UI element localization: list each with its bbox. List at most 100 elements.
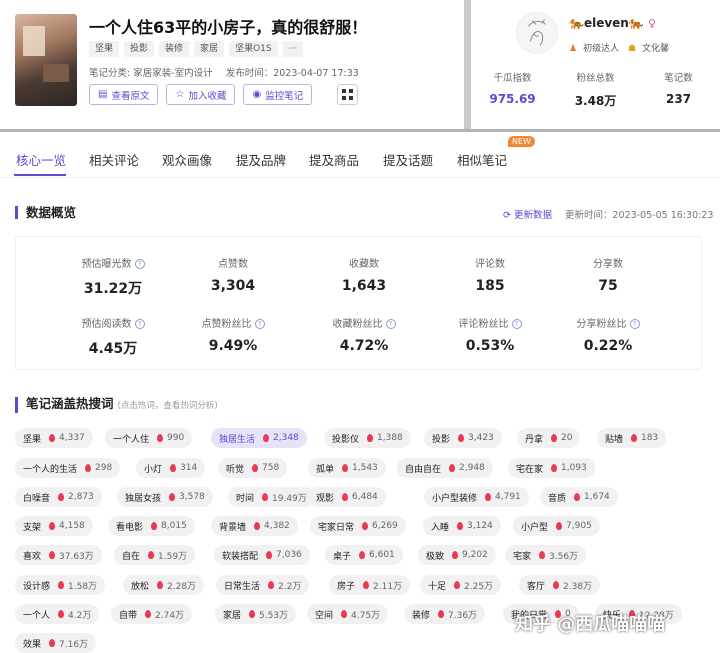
- keyword-chip[interactable]: 丹拿 20: [517, 428, 581, 448]
- keyword-text: 独居女孩: [125, 493, 162, 504]
- metric-item: 预估曝光数? 31.22万: [48, 255, 178, 298]
- keyword-text: 宅在家: [516, 464, 544, 475]
- metric-label: 分享数: [543, 255, 673, 270]
- keyword-chip[interactable]: 客厅 2.38万: [519, 575, 601, 595]
- keyword-chip[interactable]: 自带 2.74万: [111, 604, 193, 624]
- keyword-chip[interactable]: 自由自在 2,948: [397, 458, 493, 478]
- keyword-chip[interactable]: 投影 3,423: [424, 428, 502, 448]
- tab-audience[interactable]: 观众画像: [162, 150, 212, 169]
- avatar[interactable]: [516, 12, 558, 54]
- keyword-chip[interactable]: 效果 7.16万: [15, 633, 97, 653]
- keyword-chip[interactable]: 白噪音 2,873: [15, 487, 102, 507]
- keyword-chip[interactable]: 小户型 7,905: [513, 516, 600, 536]
- keyword-chip[interactable]: 看电影 8,015: [108, 516, 195, 536]
- user-badges: ♟ 初级达人 ☗ 文化馨: [569, 41, 675, 54]
- keyword-chip[interactable]: 背景墙 4,382: [211, 516, 298, 536]
- refresh-data-button[interactable]: ⟳ 更新数据: [503, 207, 552, 221]
- keyword-chip[interactable]: 独居女孩 3,578: [117, 487, 213, 507]
- keyword-chip[interactable]: 宅家日常 6,269: [310, 516, 406, 536]
- metric-value: 75: [598, 278, 618, 294]
- keyword-chip[interactable]: 音质 1,674: [540, 487, 618, 507]
- keyword-chip[interactable]: 设计感 1.58万: [15, 575, 106, 595]
- keyword-chip[interactable]: 观影 6,484: [308, 487, 386, 507]
- keyword-text: 丹拿: [525, 434, 544, 445]
- keyword-chip[interactable]: 一个人的生活 298: [15, 458, 121, 478]
- metric-item: 点赞数 3,304: [168, 255, 298, 294]
- tab-bar: 核心一览 相关评论 观众画像 提及品牌 提及商品 提及话题 相似笔记 NEW: [0, 136, 720, 178]
- note-thumbnail[interactable]: [15, 14, 77, 106]
- flame-icon: [342, 493, 349, 501]
- keyword-chip[interactable]: 空间 4.75万: [307, 604, 389, 624]
- keyword-chip[interactable]: 支架 4,158: [15, 516, 93, 536]
- keyword-chip[interactable]: 宅家 3.56万: [505, 545, 587, 565]
- help-icon[interactable]: ?: [134, 319, 145, 329]
- keyword-text: 自带: [119, 610, 138, 621]
- keyword-chip[interactable]: 放松 2.28万: [123, 575, 205, 595]
- flame-icon: [362, 522, 369, 530]
- metric-item: 点赞粉丝比? 9.49%: [168, 315, 298, 354]
- add-favorite-button[interactable]: ☆ 加入收藏: [166, 84, 236, 105]
- keyword-chip[interactable]: 小灯 314: [136, 458, 206, 478]
- keyword-count: 1.59万: [158, 551, 188, 562]
- keyword-count: 3,578: [179, 492, 205, 502]
- keyword-chip[interactable]: 贴墙 183: [597, 428, 667, 448]
- help-icon[interactable]: ?: [511, 319, 522, 329]
- flame-icon: [454, 581, 461, 589]
- tab-brands[interactable]: 提及品牌: [236, 150, 286, 169]
- tab-products[interactable]: 提及商品: [309, 150, 359, 169]
- keyword-chip[interactable]: 投影仪 1,388: [324, 428, 411, 448]
- keyword-chip[interactable]: 极致 9,202: [418, 545, 496, 565]
- keyword-text: 贴墙: [605, 434, 624, 445]
- note-category: 笔记分类: 家居家装-室内设计: [89, 68, 213, 79]
- keyword-chip[interactable]: 独居生活 2,348: [211, 428, 307, 448]
- tab-comments[interactable]: 相关评论: [89, 150, 139, 169]
- keyword-chip[interactable]: 十足 2.25万: [420, 575, 502, 595]
- keyword-chip[interactable]: 日常生活 2.2万: [216, 575, 310, 595]
- more-tags-button[interactable]: ···: [282, 41, 304, 57]
- user-name[interactable]: eleven: [584, 16, 629, 30]
- keyword-chip[interactable]: 一个人 4.2万: [15, 604, 100, 624]
- note-tag[interactable]: 家居: [194, 41, 225, 57]
- help-icon[interactable]: ?: [134, 259, 145, 269]
- keyword-chip[interactable]: 喜欢 37.63万: [15, 545, 102, 565]
- keyword-chip[interactable]: 家居 5.53万: [215, 604, 297, 624]
- help-icon[interactable]: ?: [629, 319, 640, 329]
- note-tag[interactable]: 坚果O1S: [229, 41, 278, 57]
- monitor-note-button[interactable]: ◉ 监控笔记: [243, 84, 313, 105]
- flame-icon: [551, 434, 558, 442]
- flame-icon: [249, 610, 256, 618]
- flame-icon: [341, 610, 348, 618]
- keyword-chip[interactable]: 坚果 4,337: [15, 428, 93, 448]
- tab-overview[interactable]: 核心一览: [16, 150, 66, 169]
- keyword-chip[interactable]: 孤单 1,543: [308, 458, 386, 478]
- keyword-count: 2.74万: [155, 610, 185, 621]
- keyword-chip[interactable]: 入睡 3,124: [423, 516, 501, 536]
- note-tag[interactable]: 坚果: [89, 41, 120, 57]
- view-original-button[interactable]: ▤ 查看原文: [89, 84, 159, 105]
- keyword-text: 软装搭配: [222, 551, 259, 562]
- keyword-count: 20: [561, 433, 573, 443]
- keyword-chip[interactable]: 软装搭配 7,036: [214, 545, 310, 565]
- note-tag[interactable]: 投影: [124, 41, 155, 57]
- qr-code-button[interactable]: [337, 84, 358, 105]
- keyword-text: 空间: [315, 610, 334, 621]
- help-icon[interactable]: ?: [254, 319, 265, 329]
- keyword-chip[interactable]: 时间 19.49万: [228, 487, 315, 507]
- keyword-chip[interactable]: 自在 1.59万: [114, 545, 196, 565]
- keyword-chip[interactable]: 装修 7.36万: [404, 604, 486, 624]
- keyword-chip[interactable]: 一个人住 990: [105, 428, 193, 448]
- note-title[interactable]: 一个人住63平的小房子，真的很舒服！: [89, 14, 367, 38]
- keyword-chip[interactable]: 听觉 758: [218, 458, 288, 478]
- help-icon[interactable]: ?: [385, 319, 396, 329]
- tab-similar-notes[interactable]: 相似笔记: [457, 150, 507, 169]
- keyword-chip[interactable]: 小户型装修 4,791: [424, 487, 529, 507]
- note-tag[interactable]: 装修: [159, 41, 190, 57]
- keyword-chip[interactable]: 宅在家 1,093: [508, 458, 595, 478]
- keyword-count: 9,202: [462, 550, 488, 560]
- active-tab-indicator: [14, 174, 66, 176]
- metric-label-text: 预估阅读数: [81, 319, 132, 330]
- keyword-count: 3.56万: [549, 551, 579, 562]
- keyword-chip[interactable]: 房子 2.11万: [329, 575, 411, 595]
- tab-topics[interactable]: 提及话题: [383, 150, 433, 169]
- keyword-chip[interactable]: 桌子 6,601: [325, 545, 403, 565]
